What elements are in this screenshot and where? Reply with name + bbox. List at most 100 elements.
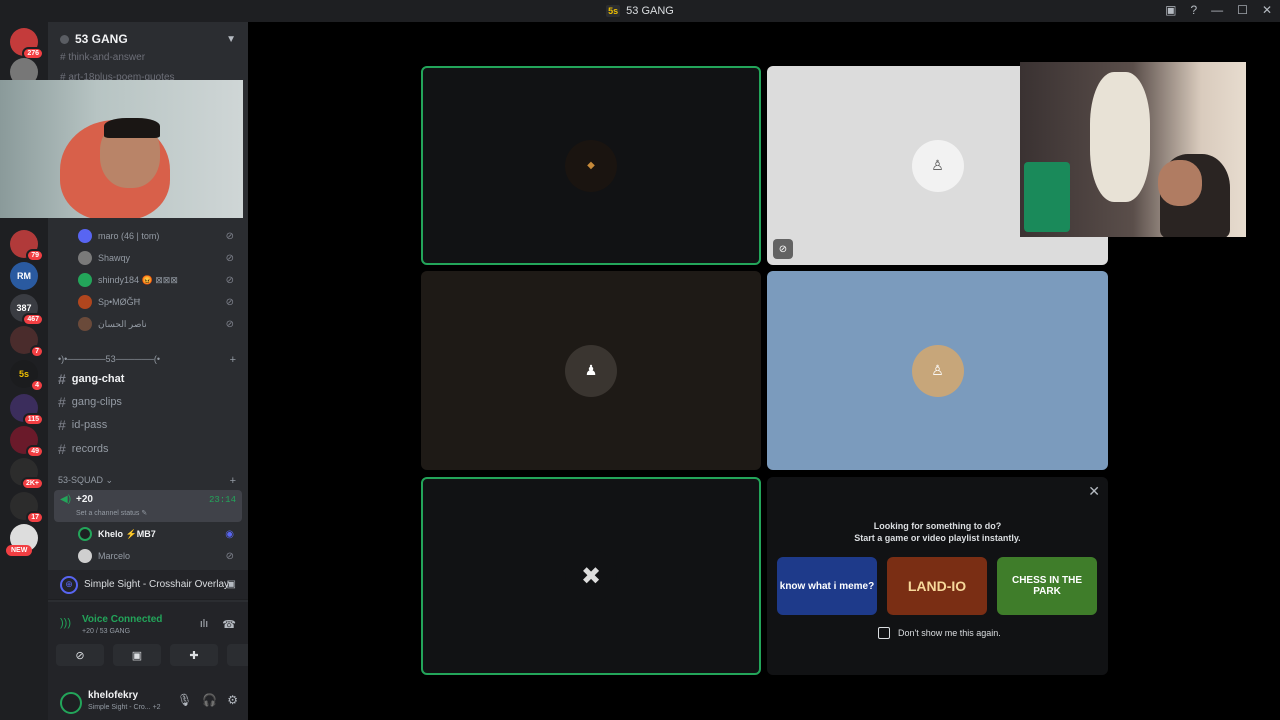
- webcam-overlay: [1020, 62, 1246, 237]
- activity-card-land-io[interactable]: LAND-IO: [887, 557, 987, 615]
- mic-muted-icon: ⊘: [225, 274, 234, 286]
- guild-icon[interactable]: 79: [10, 230, 44, 262]
- activity-name: Simple Sight - Crosshair Overlay: [84, 579, 230, 590]
- server-logo-icon: 5s: [606, 5, 621, 17]
- mic-muted-icon: ⊘: [225, 318, 234, 330]
- hash-icon: #: [58, 371, 66, 387]
- avatar: ◆: [565, 139, 617, 192]
- activities-button[interactable]: ✚: [170, 644, 218, 666]
- voice-panel: ))) Voice Connected +20 / 53 GANG ılı ☎ …: [48, 602, 275, 684]
- channel-gang-chat[interactable]: # gang-chat: [58, 368, 238, 390]
- guild-icon-active[interactable]: 5s 4: [10, 360, 44, 392]
- guild-icon[interactable]: 7: [10, 326, 44, 358]
- checkbox[interactable]: [878, 627, 890, 639]
- minimize-button[interactable]: —: [1211, 3, 1223, 17]
- microphone-icon[interactable]: 🎙: [177, 693, 192, 707]
- prompt-subtitle: Start a game or video playlist instantly…: [854, 533, 1021, 543]
- voice-member[interactable]: ناصر الحسان ⊘: [78, 314, 238, 334]
- avatar: ♙: [911, 344, 964, 397]
- server-dot-icon: [60, 34, 69, 44]
- crosshair-icon: ⊕: [60, 575, 78, 594]
- hash-icon: #: [58, 441, 66, 457]
- activities-icon: ✚: [189, 649, 199, 662]
- mic-muted-icon: ⊘: [225, 296, 234, 308]
- voice-status: Voice Connected: [82, 614, 163, 625]
- close-window-button[interactable]: ✕: [1262, 3, 1272, 17]
- activity-card-chess-in-the-park[interactable]: CHESS IN THE PARK: [997, 557, 1097, 615]
- voice-member[interactable]: Marcelo ⊘: [78, 546, 238, 566]
- avatar: ✖: [565, 550, 617, 602]
- dont-show-again-checkbox[interactable]: Don't show me this again.: [878, 627, 1001, 639]
- webcam-overlay: [0, 80, 243, 218]
- noise-suppression-icon[interactable]: ılı: [200, 618, 209, 631]
- avatar: [78, 527, 92, 541]
- avatar: [78, 295, 92, 309]
- voice-member[interactable]: Sp•MØĞĦ ⊘: [78, 292, 238, 312]
- channel-records[interactable]: # records: [58, 438, 238, 460]
- maximize-button[interactable]: ☐: [1237, 3, 1248, 17]
- guild-icon[interactable]: 2K+: [10, 458, 44, 490]
- voice-timer: 23:14: [208, 495, 236, 505]
- camera-off-button[interactable]: ⊘: [56, 644, 104, 666]
- mic-muted-icon: ⊘: [225, 230, 234, 242]
- avatar: [78, 549, 92, 563]
- voice-channel[interactable]: ◀) +20 23:14 Set a channel status ✎: [54, 490, 242, 522]
- guild-icon[interactable]: 49: [10, 426, 44, 458]
- settings-gear-icon[interactable]: ⚙: [227, 693, 238, 707]
- voice-member[interactable]: Khelo ⚡MB7 ◉: [78, 524, 238, 544]
- voice-member[interactable]: Shawqy ⊘: [78, 248, 238, 268]
- close-icon[interactable]: ✕: [1088, 483, 1100, 500]
- guild-icon[interactable]: 387 467: [10, 294, 44, 326]
- video-tile[interactable]: ♙: [767, 271, 1108, 470]
- signal-icon[interactable]: ))): [60, 617, 71, 629]
- pc-glow: [1024, 162, 1070, 232]
- voice-member[interactable]: maro (46 | tom) ⊘: [78, 226, 238, 246]
- category-header[interactable]: 53-SQUAD ⌄ +: [58, 475, 238, 487]
- activity-icon: ◉: [225, 528, 234, 540]
- add-channel-icon[interactable]: +: [230, 475, 236, 487]
- avatar: ♟: [565, 344, 617, 397]
- headphones-icon[interactable]: 🎧: [202, 693, 217, 707]
- video-tile[interactable]: ♟: [421, 271, 761, 470]
- activity-prompt: ✕ Looking for something to do? Start a g…: [767, 477, 1108, 675]
- person-hair: [104, 118, 160, 138]
- user-panel: khelofekry Simple Sight - Cro... +2 🎙 🎧 …: [48, 684, 248, 720]
- chevron-down-icon[interactable]: ▼: [226, 34, 236, 45]
- avatar: [78, 317, 92, 331]
- channel-id-pass[interactable]: # id-pass: [58, 414, 238, 436]
- channel-item[interactable]: # think-and-answer: [60, 52, 145, 63]
- video-tile[interactable]: ✖: [421, 477, 761, 675]
- guild-icon[interactable]: 115: [10, 394, 44, 426]
- channel-status[interactable]: Set a channel status ✎: [76, 509, 147, 517]
- screen-share-button[interactable]: ▣: [113, 644, 161, 666]
- help-icon[interactable]: ?: [1190, 3, 1197, 17]
- server-header[interactable]: 53 GANG ▼: [48, 22, 248, 56]
- activity-card-know-what-i-meme[interactable]: know what i meme?: [777, 557, 877, 615]
- channel-gang-clips[interactable]: # gang-clips: [58, 391, 238, 413]
- username[interactable]: khelofekry: [88, 690, 138, 701]
- inbox-icon[interactable]: ▣: [1165, 3, 1176, 17]
- mic-muted-icon: ⊘: [225, 550, 234, 562]
- disconnect-icon[interactable]: ☎: [222, 618, 236, 631]
- new-badge: NEW: [6, 545, 33, 556]
- guild-icon[interactable]: 17: [10, 492, 44, 524]
- speaker-icon: ◀): [60, 494, 72, 505]
- window-title: 53 GANG: [626, 5, 674, 17]
- guild-icon[interactable]: 276: [10, 28, 44, 60]
- user-status: Simple Sight - Cro... +2: [88, 704, 161, 711]
- avatar[interactable]: [60, 692, 82, 714]
- activity-panel[interactable]: ⊕ Simple Sight - Crosshair Overlay ▣: [48, 570, 248, 600]
- avatar: [78, 251, 92, 265]
- voice-location[interactable]: +20 / 53 GANG: [82, 628, 130, 635]
- add-channel-icon[interactable]: +: [230, 354, 236, 366]
- video-tile[interactable]: ◆: [421, 66, 761, 265]
- screen-share-icon[interactable]: ▣: [227, 579, 236, 590]
- guild-icon[interactable]: RM: [10, 262, 38, 290]
- person-face: [1158, 160, 1202, 206]
- category-header[interactable]: •)•──────53──────(• +: [58, 354, 238, 366]
- voice-member[interactable]: shindy184 😡 ⊠⊠⊠ ⊘: [78, 270, 238, 290]
- avatar: [78, 229, 92, 243]
- hash-icon: #: [58, 394, 66, 410]
- prompt-title: Looking for something to do?: [873, 521, 1002, 531]
- title-bar: 5s 53 GANG ▣ ? — ☐ ✕: [0, 0, 1280, 22]
